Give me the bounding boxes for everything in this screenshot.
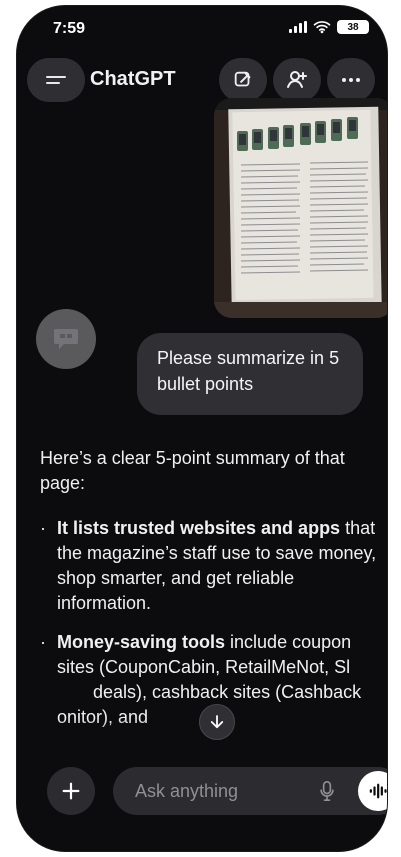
list-item: · It lists trusted websites and apps tha… [40, 516, 380, 616]
add-person-button[interactable] [273, 58, 321, 102]
new-chat-button[interactable] [219, 58, 267, 102]
message-input[interactable] [133, 779, 307, 803]
battery-indicator: 38 [337, 20, 369, 34]
bullet-bold-text: Money-saving tools [57, 632, 226, 652]
composer [113, 767, 387, 815]
document-photo [214, 98, 387, 318]
voice-mode-button[interactable] [358, 771, 387, 811]
pencil-square-icon [234, 71, 251, 87]
bullet-dot: · [40, 632, 46, 652]
wifi-icon [313, 21, 331, 34]
attach-button[interactable] [47, 767, 95, 815]
plus-icon [62, 782, 80, 800]
bullet-bold-text: It lists trusted websites and apps [57, 518, 341, 538]
more-options-button[interactable] [327, 58, 375, 102]
scroll-down-button[interactable] [199, 704, 235, 740]
person-plus-icon [287, 71, 307, 88]
voice-wave-icon [369, 783, 387, 799]
ellipsis-icon [342, 78, 360, 82]
bullet-text: deals), cashback sites (Cashback [93, 682, 362, 702]
chat-bubble-icon [54, 329, 78, 349]
status-indicators: 38 [289, 20, 369, 34]
menu-button[interactable] [27, 58, 85, 102]
assistant-message: Here’s a clear 5-point summary of that p… [40, 446, 380, 744]
uploaded-image[interactable] [214, 98, 387, 318]
header-actions [219, 58, 375, 102]
bullet-text: onitor), and [57, 707, 149, 727]
app-title: ChatGPT [90, 68, 176, 90]
assistant-intro: Here’s a clear 5-point summary of that p… [40, 448, 345, 493]
bullet-dot: · [40, 518, 46, 538]
avatar [36, 309, 96, 369]
signal-icon [289, 21, 307, 33]
user-message-bubble: Please summarize in 5 bullet points [137, 333, 363, 415]
hamburger-icon [46, 73, 66, 87]
phone-screen: 7:59 38 ChatGPT Please summarize in 5 bu… [17, 6, 387, 851]
status-time: 7:59 [53, 20, 86, 37]
arrow-down-icon [210, 715, 224, 729]
microphone-icon [320, 781, 334, 802]
microphone-button[interactable] [314, 779, 340, 803]
